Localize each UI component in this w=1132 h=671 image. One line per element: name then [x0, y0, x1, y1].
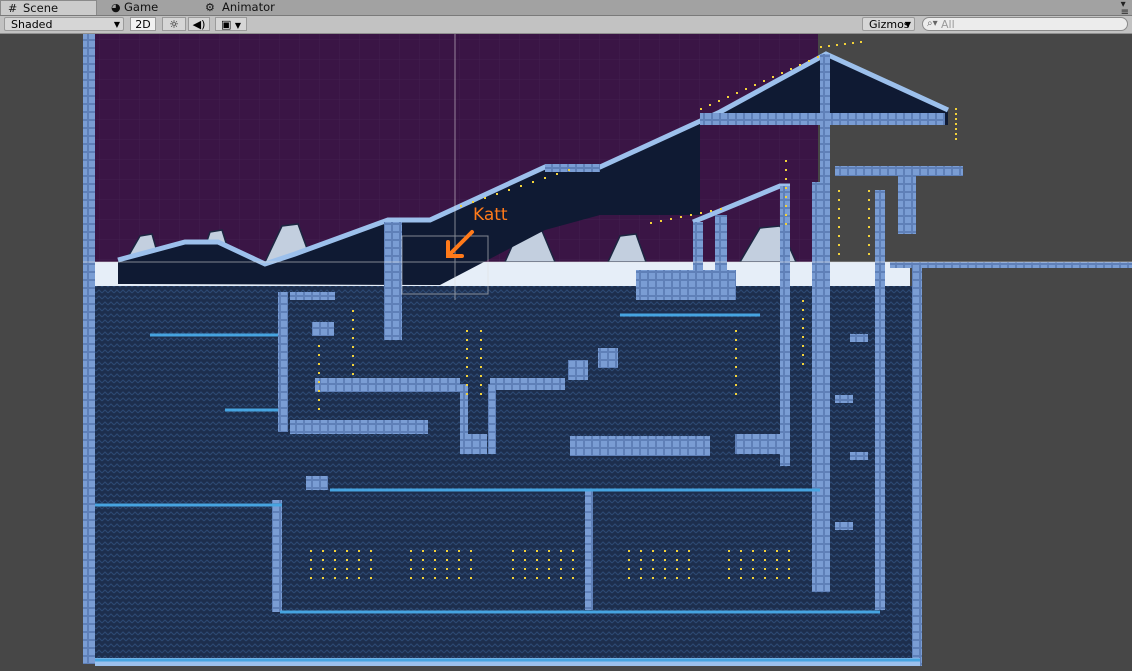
- search-placeholder: All: [941, 18, 955, 31]
- pacman-icon: ◕: [111, 1, 121, 14]
- toggle-2d-button[interactable]: 2D: [130, 17, 156, 31]
- underground-rock: [95, 286, 920, 666]
- animator-icon: ⚙: [205, 1, 215, 14]
- left-ice-wall: [83, 34, 95, 664]
- grid-icon: #: [8, 2, 18, 15]
- toggle-2d-label: 2D: [135, 18, 151, 31]
- tab-animator[interactable]: ⚙ Animator: [198, 0, 298, 15]
- gizmos-label: Gizmos: [869, 18, 910, 31]
- lighting-toggle[interactable]: ☼: [162, 17, 186, 31]
- search-input[interactable]: ⌕▾ All: [922, 17, 1128, 31]
- scene-toolbar: Shaded ▼ 2D ☼ ◀) ▣ ▼ Gizmos ▼ ⌕▾ All: [0, 16, 1132, 34]
- sun-icon: ☼: [169, 18, 179, 31]
- tab-scene-label: Scene: [23, 1, 59, 15]
- chevron-down-icon: ▼: [113, 20, 120, 29]
- chevron-down-icon: ▼: [904, 20, 911, 29]
- image-icon: ▣: [220, 18, 232, 31]
- level-scene: [83, 34, 1132, 666]
- tab-animator-label: Animator: [222, 0, 275, 14]
- tab-game[interactable]: ◕ Game: [102, 0, 192, 15]
- katt-annotation-label: Katt: [473, 205, 508, 225]
- shading-mode-dropdown[interactable]: Shaded ▼: [4, 17, 124, 31]
- search-icon: ⌕▾: [927, 18, 938, 29]
- gizmos-dropdown[interactable]: Gizmos ▼: [862, 17, 915, 31]
- chevron-down-icon: ▼: [234, 21, 242, 30]
- tab-game-label: Game: [124, 0, 159, 14]
- right-ice-wall: [912, 268, 922, 666]
- audio-toggle[interactable]: ◀): [188, 17, 210, 31]
- speaker-icon: ◀): [192, 18, 206, 31]
- context-menu-icon[interactable]: ▾ ≡: [1121, 0, 1129, 18]
- effects-dropdown[interactable]: ▣ ▼: [215, 17, 247, 31]
- scene-viewport[interactable]: Katt: [0, 34, 1132, 671]
- shading-mode-label: Shaded: [11, 18, 53, 31]
- editor-tab-bar: # Scene ◕ Game ⚙ Animator ▾ ≡: [0, 0, 1132, 18]
- tab-scene[interactable]: # Scene: [0, 0, 97, 15]
